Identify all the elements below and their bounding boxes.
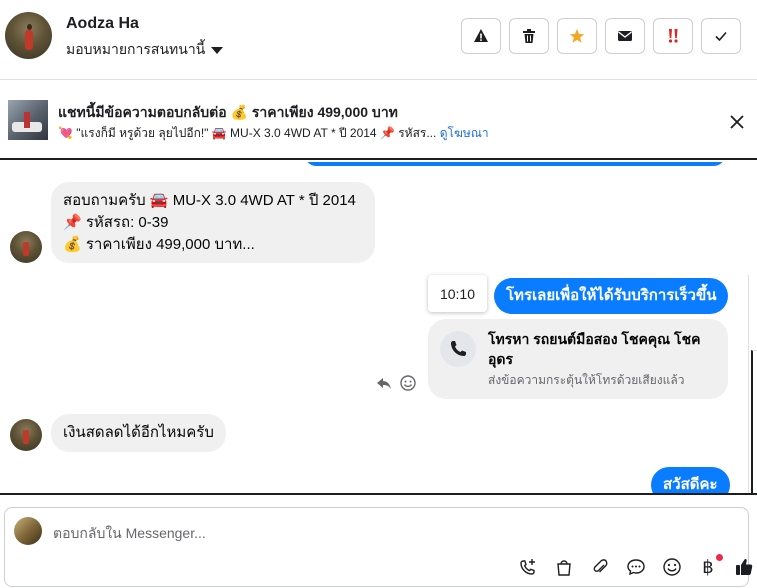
phone-icon: [440, 331, 476, 367]
incoming-message[interactable]: เงินสดลดได้อีกไหมครับ: [51, 414, 226, 452]
check-icon: [715, 31, 727, 42]
timestamp-tooltip: 10:10: [428, 275, 487, 312]
contact-name[interactable]: Aodza Ha: [66, 15, 139, 33]
mark-unread-button[interactable]: [605, 18, 645, 54]
call-card-subtitle: ส่งข้อความกระตุ้นให้โทรด้วยเสียงแล้ว: [488, 373, 685, 387]
saved-reply-icon: [627, 559, 645, 576]
call-request-button[interactable]: [510, 554, 546, 580]
close-icon[interactable]: [727, 112, 747, 132]
emoji-button[interactable]: [654, 554, 690, 580]
avatar[interactable]: [10, 419, 42, 451]
composer-toolbar: ฿: [510, 554, 757, 580]
avatar[interactable]: [10, 231, 42, 263]
message-line: สอบถามครับ 🚘 MU-X 3.0 4WD AT * ปี 2014: [63, 192, 356, 209]
call-card-title: โทรหา รถยนต์มือสอง โชคคุณ โชค อุดร: [488, 331, 701, 367]
shop-button[interactable]: [546, 554, 582, 580]
outgoing-message-partial: [305, 162, 725, 166]
trash-icon: [523, 29, 535, 43]
emoji-icon: [663, 558, 681, 576]
banner-subtitle: 💘 "แรงก็มี หรูด้วย ลุยไปอีก!" 🚘 MU-X 3.0…: [58, 124, 489, 143]
reply-input[interactable]: ตอบกลับใน Messenger... ฿: [4, 507, 753, 587]
conversation-header: Aodza Ha มอบหมายการสนทนานี้: [0, 0, 757, 80]
composer: ตอบกลับใน Messenger... ฿: [0, 493, 757, 588]
react-emoji-icon[interactable]: [400, 375, 416, 391]
report-button[interactable]: [461, 18, 501, 54]
ad-thumbnail[interactable]: [8, 100, 48, 140]
phone-plus-icon: [520, 559, 535, 575]
call-request-card[interactable]: โทรหา รถยนต์มือสอง โชคคุณ โชค อุดร ส่งข้…: [428, 319, 728, 399]
assign-conversation-dropdown[interactable]: มอบหมายการสนทนานี้: [66, 39, 224, 61]
thumbs-up-icon: [736, 559, 753, 575]
banner-subtitle-text: 💘 "แรงก็มี หรูด้วย ลุยไปอีก!" 🚘 MU-X 3.0…: [58, 126, 437, 140]
reply-placeholder[interactable]: ตอบกลับใน Messenger...: [53, 523, 206, 545]
caret-down-icon: [211, 46, 224, 54]
banner-title: แชทนี้มีข้อความตอบกลับต่อ 💰 ราคาเพียง 49…: [58, 104, 398, 120]
side-panel-edge: [748, 275, 757, 493]
notification-dot: [716, 554, 723, 561]
like-button[interactable]: [726, 554, 757, 580]
message-line: 📌 รหัสรถ: 0-39: [63, 214, 169, 231]
avatar[interactable]: [5, 12, 52, 59]
view-ad-link[interactable]: ดูโฆษณา: [440, 126, 489, 140]
outgoing-message[interactable]: สวัสดีคะ: [651, 467, 730, 493]
saved-reply-button[interactable]: [618, 554, 654, 580]
baht-icon: ฿: [702, 556, 714, 578]
attach-button[interactable]: [582, 554, 618, 580]
payment-button[interactable]: ฿: [690, 554, 726, 580]
star-icon: [569, 29, 585, 43]
incoming-message[interactable]: สอบถามครับ 🚘 MU-X 3.0 4WD AT * ปี 2014 📌…: [51, 182, 375, 263]
message-thread[interactable]: สอบถามครับ 🚘 MU-X 3.0 4WD AT * ปี 2014 📌…: [0, 162, 757, 493]
important-button[interactable]: [653, 18, 693, 54]
delete-button[interactable]: [509, 18, 549, 54]
page-avatar: [14, 517, 42, 545]
envelope-icon: [618, 31, 632, 41]
assign-label: มอบหมายการสนทนานี้: [66, 41, 206, 57]
shopping-bag-icon: [557, 560, 571, 576]
done-button[interactable]: [701, 18, 741, 54]
double-exclamation-icon: [668, 29, 678, 43]
ad-reply-banner: แชทนี้มีข้อความตอบกลับต่อ 💰 ราคาเพียง 49…: [0, 81, 757, 160]
outgoing-message[interactable]: โทรเลยเพื่อให้ได้รับบริการเร็วขึ้น: [494, 278, 728, 314]
paperclip-icon: [593, 559, 608, 573]
alert-triangle-icon: [474, 29, 488, 42]
message-line: 💰 ราคาเพียง 499,000 บาท...: [63, 236, 255, 253]
reply-icon[interactable]: [376, 375, 392, 391]
message-actions: [376, 375, 416, 391]
star-button[interactable]: [557, 18, 597, 54]
